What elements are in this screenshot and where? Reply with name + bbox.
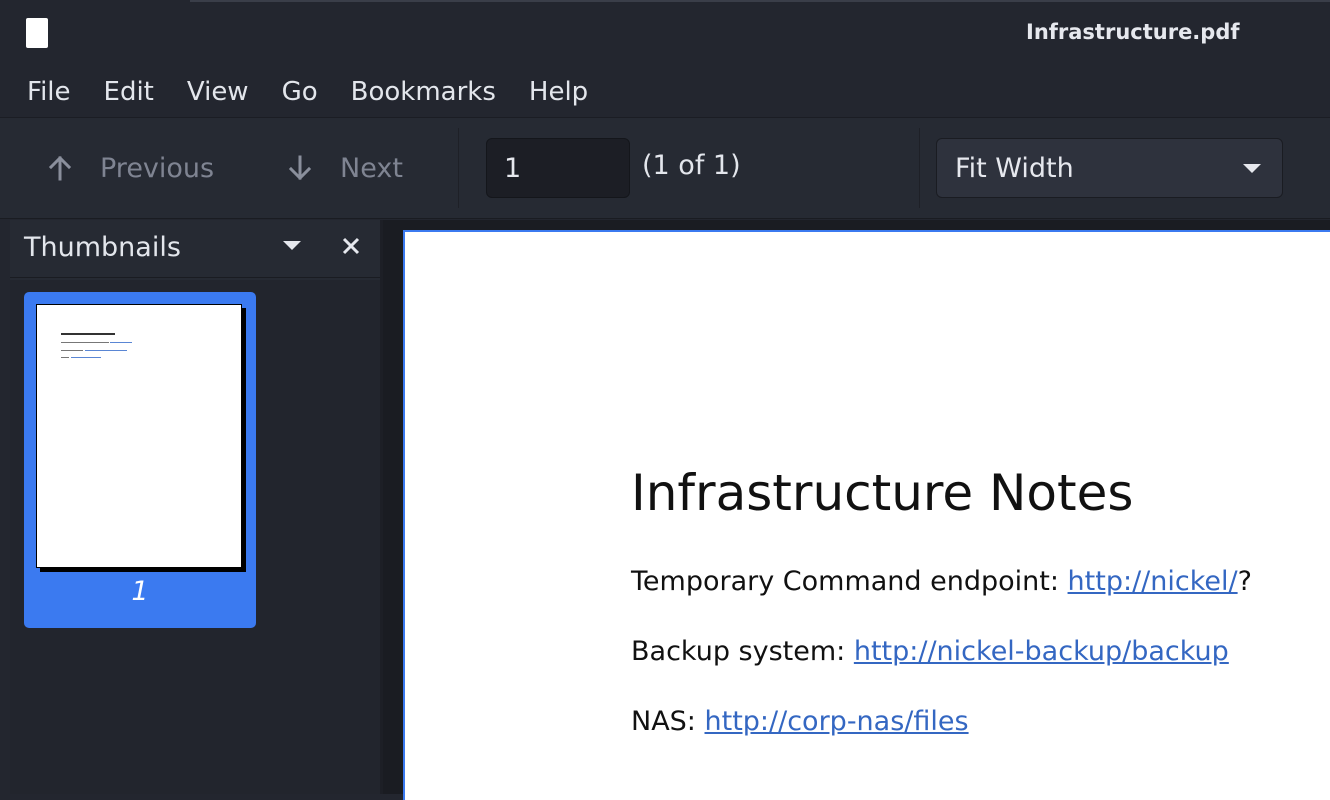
menu-bar: File Edit View Go Bookmarks Help: [0, 66, 1330, 118]
menu-go[interactable]: Go: [270, 77, 330, 107]
document-line: Backup system: http://nickel-backup/back…: [631, 636, 1229, 667]
menu-help[interactable]: Help: [517, 77, 600, 107]
chevron-down-icon[interactable]: [282, 240, 302, 252]
thumbnails-sidebar: Thumbnails 1: [10, 220, 380, 794]
menu-view[interactable]: View: [175, 77, 261, 107]
title-bar-edge: [190, 0, 1330, 2]
toolbar-separator: [458, 128, 459, 208]
menu-edit[interactable]: Edit: [92, 77, 166, 107]
document-line: Temporary Command endpoint: http://nicke…: [631, 566, 1252, 597]
previous-button[interactable]: Previous: [46, 146, 214, 190]
previous-label: Previous: [100, 152, 215, 184]
thumbnail-page-number: 1: [131, 576, 149, 607]
arrow-down-icon: [288, 155, 312, 181]
nas-link[interactable]: http://corp-nas/files: [705, 706, 969, 737]
arrow-up-icon: [48, 155, 72, 181]
title-bar: Infrastructure.pdf: [0, 0, 1330, 66]
zoom-select[interactable]: Fit Width: [936, 138, 1283, 198]
page-count: (1 of 1): [642, 150, 741, 181]
next-label: Next: [340, 152, 403, 184]
document-title: Infrastructure Notes: [631, 464, 1134, 522]
document-page: Infrastructure Notes Temporary Command e…: [403, 230, 1330, 800]
line-label: NAS:: [631, 706, 705, 737]
thumbnail-item[interactable]: 1: [24, 292, 256, 628]
page-number-input[interactable]: [486, 138, 630, 198]
menu-file[interactable]: File: [15, 77, 83, 107]
document-icon: [26, 18, 48, 48]
menu-bookmarks[interactable]: Bookmarks: [339, 77, 508, 107]
thumbnail-page-preview: [36, 304, 242, 568]
line-suffix: ?: [1237, 566, 1252, 597]
document-viewer[interactable]: Infrastructure Notes Temporary Command e…: [383, 220, 1330, 800]
toolbar-separator: [919, 128, 920, 208]
zoom-value: Fit Width: [955, 152, 1074, 184]
window-title: Infrastructure.pdf: [1026, 20, 1240, 44]
sidebar-title: Thumbnails: [24, 232, 181, 263]
sidebar-header: Thumbnails: [10, 220, 380, 278]
endpoint-link[interactable]: http://nickel/: [1068, 566, 1238, 597]
document-line: NAS: http://corp-nas/files: [631, 706, 969, 737]
thumbnail-list: 1: [10, 280, 380, 794]
chevron-down-icon: [1243, 164, 1261, 173]
line-label: Temporary Command endpoint:: [631, 566, 1068, 597]
backup-link[interactable]: http://nickel-backup/backup: [854, 636, 1229, 667]
line-label: Backup system:: [631, 636, 854, 667]
next-button[interactable]: Next: [286, 146, 403, 190]
close-icon[interactable]: [342, 237, 360, 255]
